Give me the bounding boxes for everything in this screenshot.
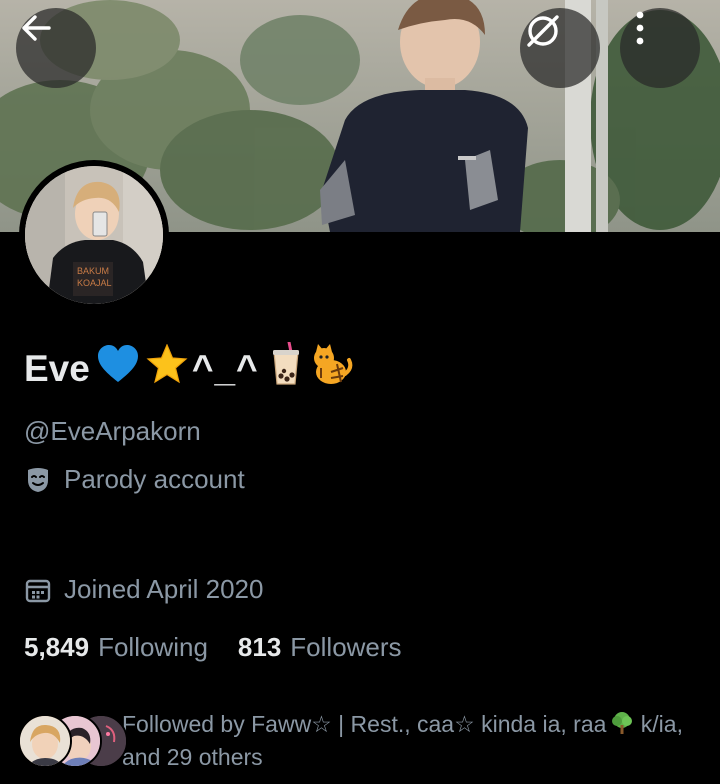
followed-by-text: Followed by Faww☆ | Rest., ᴄaa☆ kinda ia…: [122, 708, 712, 774]
profile-stats: 5,849 Following 813 Followers: [24, 632, 402, 663]
blue-heart-emoji: [96, 344, 140, 393]
svg-text:BAKUM: BAKUM: [77, 266, 109, 276]
followers-link[interactable]: 813 Followers: [238, 632, 402, 663]
parody-label[interactable]: Parody account: [24, 464, 245, 495]
tree-emoji: [612, 712, 633, 734]
joined-date-text: Joined April 2020: [64, 574, 264, 604]
follower-avatar: [18, 714, 72, 768]
tiger-cat-emoji: [309, 342, 353, 395]
following-link[interactable]: 5,849 Following: [24, 632, 208, 663]
arrow-left-icon: [22, 15, 51, 41]
parody-label-text: Parody account: [64, 464, 245, 494]
bubble-tea-emoji: [269, 340, 303, 395]
no-translate-icon: [527, 15, 559, 47]
display-name-caret: ^_^: [191, 347, 259, 389]
calendar-icon: [24, 576, 52, 604]
followed-by-line1-tail: k/ia,: [634, 711, 683, 737]
profile-handle: @EveArpakorn: [24, 416, 201, 446]
theater-mask-icon: [24, 466, 52, 494]
following-label: Following: [98, 632, 208, 662]
profile-avatar[interactable]: BAKUM KOAJAL: [19, 160, 169, 310]
followers-label: Followers: [290, 632, 402, 662]
followed-by-avatars: [18, 714, 128, 768]
following-count: 5,849: [24, 632, 90, 662]
avatar-image: BAKUM KOAJAL: [25, 166, 163, 304]
followed-by-line1: Followed by Faww☆ | Rest., ᴄaa☆ kinda ia…: [122, 711, 607, 737]
no-translate-button[interactable]: [520, 8, 600, 88]
back-button[interactable]: [16, 8, 96, 88]
svg-text:KOAJAL: KOAJAL: [77, 278, 112, 288]
star-emoji: [146, 343, 188, 393]
display-name-text: Eve: [24, 347, 90, 389]
followers-count: 813: [237, 632, 282, 662]
display-name: Eve ^_^: [24, 340, 353, 395]
more-vertical-icon: [636, 11, 644, 45]
more-options-button[interactable]: [620, 8, 700, 88]
followed-by-line2: and 29 others: [122, 744, 263, 770]
joined-date: Joined April 2020: [24, 574, 263, 605]
